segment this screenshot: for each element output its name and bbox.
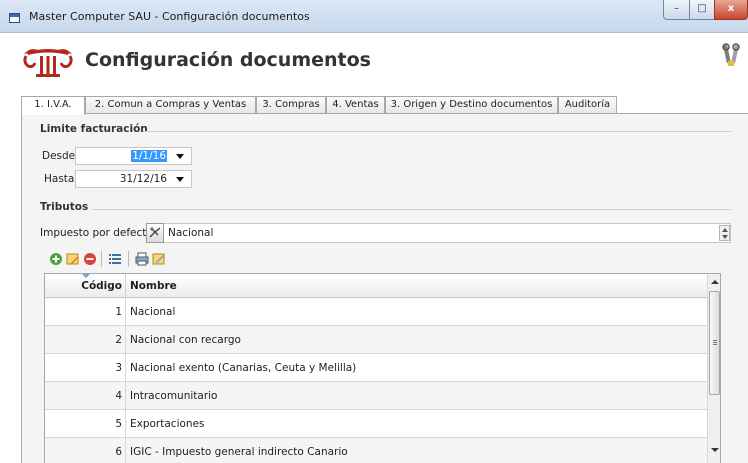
scroll-up-icon[interactable]: [711, 280, 719, 284]
chevron-down-icon[interactable]: [176, 177, 184, 182]
hasta-label: Hasta: [44, 173, 75, 185]
lookup-icon[interactable]: [146, 223, 164, 243]
cell-codigo: 4: [45, 382, 126, 410]
window-title-bar[interactable]: Master Computer SAU - Configuración docu…: [0, 0, 748, 33]
cell-nombre: Nacional: [130, 306, 176, 318]
cell-codigo: 5: [45, 410, 126, 438]
tab-compras[interactable]: 3. Compras: [256, 96, 326, 114]
table-row[interactable]: 3 Nacional exento (Canarias, Ceuta y Mel…: [45, 354, 707, 382]
cell-codigo: 1: [45, 298, 126, 326]
window-title: Master Computer SAU - Configuración docu…: [29, 10, 310, 23]
tributos-table[interactable]: Código Nombre 1 Nacional 2 Nacional con …: [44, 273, 721, 463]
tab-origen-destino[interactable]: 3. Origen y Destino documentos: [385, 96, 558, 114]
tools-wrench-icon[interactable]: [722, 43, 740, 67]
scrollbar-thumb[interactable]: [709, 291, 720, 395]
cell-codigo: 6: [45, 438, 126, 463]
list-icon[interactable]: [108, 252, 122, 266]
grip-icon: [713, 340, 717, 345]
group-divider: [92, 209, 731, 210]
toolbar-separator: [101, 251, 102, 267]
vertical-scrollbar[interactable]: [707, 274, 720, 463]
desde-date-value: 1/1/16: [131, 150, 167, 162]
impuesto-por-defecto-value: Nacional: [168, 227, 214, 239]
minimize-button[interactable]: –: [663, 0, 690, 20]
tab-comun-compras-ventas[interactable]: 2. Comun a Compras y Ventas: [85, 96, 256, 114]
cell-codigo: 3: [45, 354, 126, 382]
page-header: Configuración documentos: [0, 33, 748, 87]
toolbar-separator: [128, 251, 129, 267]
chevron-down-icon[interactable]: [176, 154, 184, 159]
hasta-date-value: 31/12/16: [119, 173, 167, 185]
cell-nombre: Intracomunitario: [130, 390, 218, 402]
table-row[interactable]: 2 Nacional con recargo: [45, 326, 707, 354]
column-header-nombre[interactable]: Nombre: [130, 274, 177, 298]
tributos-title: Tributos: [40, 201, 89, 213]
window-app-icon: [9, 13, 20, 23]
desde-label: Desde: [42, 150, 76, 162]
notes-icon[interactable]: [152, 252, 166, 266]
impuesto-por-defecto-field[interactable]: [146, 223, 731, 243]
table-row[interactable]: 6 IGIC - Impuesto general indirecto Cana…: [45, 438, 707, 463]
group-divider: [143, 131, 731, 132]
sort-indicator-icon: [82, 274, 90, 278]
desde-date-field[interactable]: 1/1/16: [75, 147, 192, 165]
tab-ventas[interactable]: 4. Ventas: [326, 96, 385, 114]
cell-nombre: Nacional con recargo: [130, 334, 241, 346]
cell-codigo: 2: [45, 326, 126, 354]
impuesto-por-defecto-label: Impuesto por defecto: [40, 227, 153, 239]
table-row[interactable]: 5 Exportaciones: [45, 410, 707, 438]
add-icon[interactable]: [49, 252, 63, 266]
page-title: Configuración documentos: [85, 49, 371, 71]
scroll-down-icon[interactable]: [711, 448, 719, 452]
table-row[interactable]: 4 Intracomunitario: [45, 382, 707, 410]
delete-icon[interactable]: [83, 252, 97, 266]
cell-nombre: IGIC - Impuesto general indirecto Canari…: [130, 446, 348, 458]
tab-iva[interactable]: 1. I.V.A.: [21, 96, 85, 115]
maximize-button[interactable]: □: [689, 0, 715, 20]
close-button[interactable]: x: [714, 0, 748, 20]
greek-column-logo-icon: [23, 49, 73, 77]
hasta-date-field[interactable]: 31/12/16: [75, 170, 192, 188]
cell-nombre: Exportaciones: [130, 418, 205, 430]
table-row[interactable]: 1 Nacional: [45, 298, 707, 326]
spin-updown-icon[interactable]: [719, 225, 730, 241]
table-header: Código Nombre: [45, 274, 707, 298]
tab-auditoria[interactable]: Auditoría: [558, 96, 617, 114]
edit-icon[interactable]: [66, 252, 80, 266]
limite-facturacion-title: Limite facturación: [40, 123, 148, 135]
print-icon[interactable]: [135, 252, 149, 266]
cell-nombre: Nacional exento (Canarias, Ceuta y Melil…: [130, 362, 357, 374]
